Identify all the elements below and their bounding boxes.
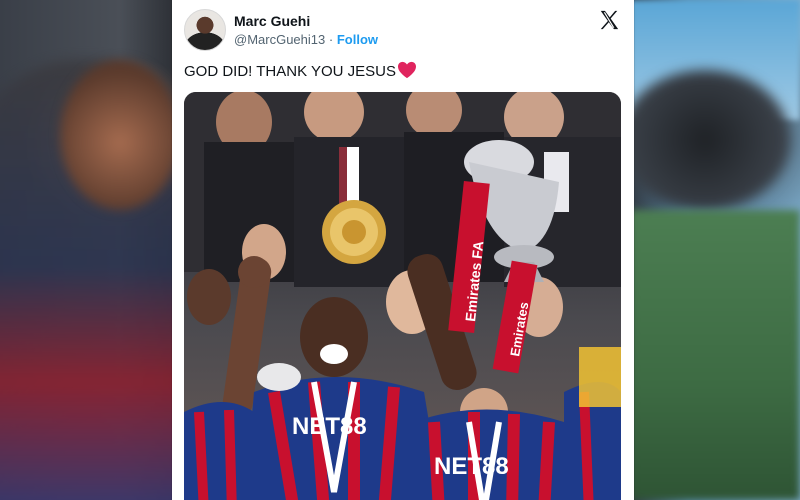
separator-dot: · [328, 32, 334, 47]
handle[interactable]: @MarcGuehi13 [234, 32, 325, 47]
red-heart-icon [398, 61, 416, 79]
tweet-header: Marc Guehi @MarcGuehi13 · Follow [184, 9, 622, 51]
tweet-text: GOD DID! THANK YOU JESUS [184, 61, 417, 80]
avatar[interactable] [184, 9, 226, 51]
tweet-card: Marc Guehi @MarcGuehi13 · Follow GOD DID… [172, 0, 634, 500]
x-logo-icon[interactable] [598, 9, 620, 31]
follow-button[interactable]: Follow [337, 32, 378, 47]
jersey-sponsor-left: NET88 [292, 413, 367, 440]
tweet-photo[interactable]: NET88 Emirates FA Emirates NET88 [184, 92, 621, 500]
celebration-photo-illustration: NET88 Emirates FA Emirates NET88 [184, 92, 621, 500]
handle-line: @MarcGuehi13 · Follow [234, 32, 378, 47]
jersey-sponsor-right: NET88 [434, 453, 509, 480]
display-name[interactable]: Marc Guehi [234, 13, 310, 29]
tweet-body: GOD DID! THANK YOU JESUS [184, 63, 396, 80]
